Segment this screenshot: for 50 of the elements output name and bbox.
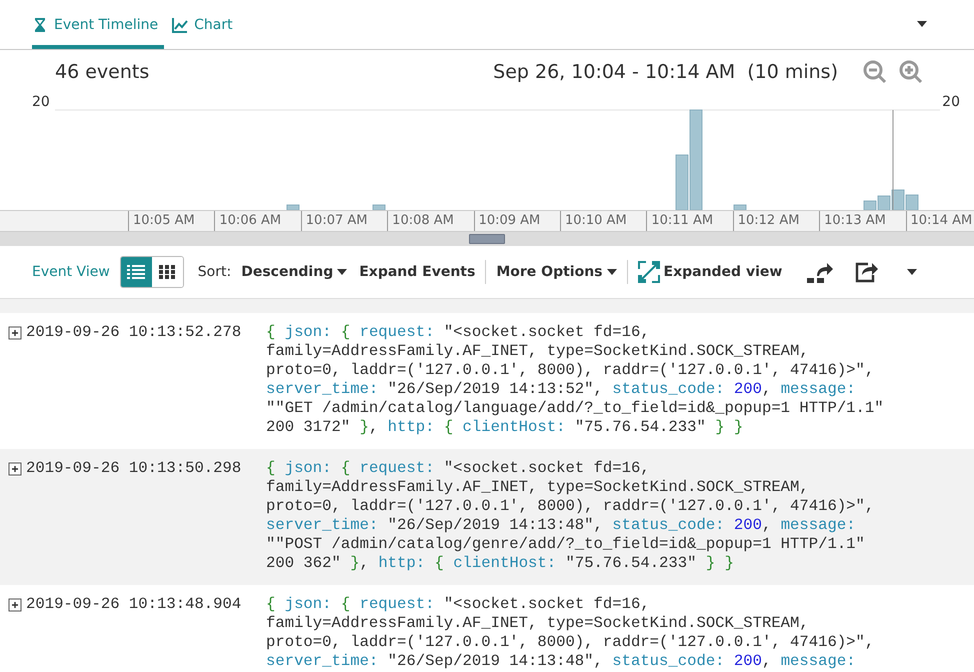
- tab[interactable]: Chart: [172, 0, 239, 49]
- time-tick-label: 10:10 AM: [560, 211, 646, 231]
- hourglass-icon: [32, 16, 48, 32]
- time-tick-label: 10:11 AM: [646, 211, 733, 231]
- sort-dropdown[interactable]: Descending: [235, 264, 354, 280]
- share-icon: [807, 260, 834, 284]
- expanded-view-button[interactable]: Expanded view: [632, 261, 788, 283]
- dropdown-button[interactable]: [914, 19, 930, 29]
- event-timestamp: 2019-09-26 10:13:48.904: [26, 595, 242, 615]
- time-tick-label: 10:12 AM: [732, 211, 820, 231]
- view-label: Event View: [32, 264, 110, 280]
- event-timestamp: 2019-09-26 10:13:52.278: [26, 323, 242, 343]
- event-timestamp: 2019-09-26 10:13:50.298: [26, 459, 242, 479]
- expand-row-icon[interactable]: [8, 598, 22, 612]
- resize-handle[interactable]: [469, 234, 505, 244]
- axis-label: 20: [942, 94, 960, 110]
- time-range: Sep 26, 10:04 - 10:14 AM (10 mins): [493, 61, 838, 83]
- zoom-out-button[interactable]: [862, 59, 888, 85]
- caret-icon: [917, 21, 927, 27]
- event-json: { json: { request: "<socket.socket fd=16, family=AddressFamily.AF_INET, type=SocketKind.SOCK_STREAM, proto=0, laddr=('127.0.0.1', 8000), raddr=('127.0.0.1', 47416)>", server_time: "26/Sep/2019 14:13:48", status_code: 200, message:: [266, 595, 874, 671]
- line-chart-icon: [172, 16, 188, 32]
- tab[interactable]: Event Timeline: [32, 0, 164, 49]
- time-tick-label: 10:13 AM: [819, 211, 906, 231]
- zoom-out-icon: [862, 59, 888, 85]
- expand-events-button[interactable]: Expand Events: [353, 264, 482, 280]
- time-tick-label: 10:06 AM: [214, 211, 301, 231]
- event-json: { json: { request: "<socket.socket fd=16, family=AddressFamily.AF_INET, type=SocketKind.SOCK_STREAM, proto=0, laddr=('127.0.0.1', 8000), raddr=('127.0.0.1', 47416)>", server_time: "26/Sep/2019 14:13:48", status_code: 200, message: ""POST /admin/catalog/genre/add/?_to_field=id&_popup=1 HTTP/1.1" 200 362" }, http: { clientHost: "75.76.54.233" } }: [266, 459, 874, 573]
- time-tick-label: 10:08 AM: [387, 211, 474, 231]
- time-tick-label: 10:07 AM: [300, 211, 388, 231]
- expand-row-icon[interactable]: [8, 462, 22, 476]
- caret-icon: [337, 269, 348, 275]
- more-options-dropdown[interactable]: More Options: [490, 264, 622, 280]
- event-count: 46 events: [55, 61, 150, 83]
- grid-icon: [159, 265, 176, 279]
- sort-label: Sort:: [198, 264, 232, 280]
- event-json: { json: { request: "<socket.socket fd=16, family=AddressFamily.AF_INET, type=SocketKind.SOCK_STREAM, proto=0, laddr=('127.0.0.1', 8000), raddr=('127.0.0.1', 47416)>", server_time: "26/Sep/2019 14:13:52", status_code: 200, message: ""GET /admin/catalog/language/add/?_to_field=id&_popup=1 HTTP/1.1" 200 3172" }, http: { clientHost: "75.76.54.233" } }: [266, 323, 884, 437]
- histogram-bar: [892, 190, 904, 210]
- export-icon: [854, 261, 878, 283]
- caret-icon: [907, 269, 918, 275]
- time-tick-label: 10:14 AM: [906, 211, 974, 231]
- time-tick-label: 10:09 AM: [474, 211, 560, 231]
- axis-label: 20: [32, 94, 50, 110]
- histogram-bar: [906, 194, 918, 210]
- list-icon: [127, 264, 146, 280]
- expand-icon: [638, 261, 660, 283]
- expand-row-icon[interactable]: [8, 326, 22, 340]
- caret-icon: [606, 269, 616, 275]
- time-tick-label: 10:05 AM: [128, 211, 214, 231]
- zoom-in-icon: [898, 59, 924, 85]
- zoom-in-button[interactable]: [898, 59, 924, 85]
